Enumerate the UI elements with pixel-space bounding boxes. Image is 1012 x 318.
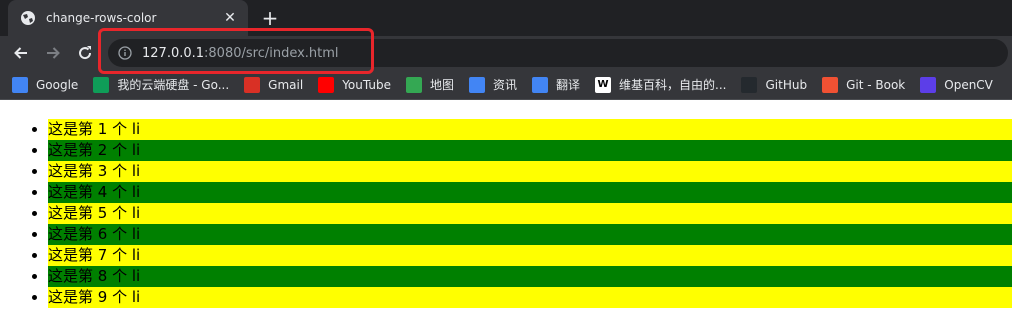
google-drive-icon [93,76,110,93]
list-item: 这是第 7 个 li [48,245,1012,266]
bookmark-item[interactable]: 我的云端硬盘 - Go... [93,76,229,93]
list-item: 这是第 9 个 li [48,287,1012,308]
url-host: 127.0.0.1 [142,45,205,61]
forward-arrow-icon [47,47,60,59]
bookmark-label: 翻译 [556,78,581,92]
close-tab-icon[interactable]: ✕ [222,10,238,26]
bookmark-label: GitHub [765,77,808,92]
forward-button[interactable] [41,41,65,65]
bookmark-item[interactable]: 地图 [405,76,454,93]
bookmark-label: Google [36,77,79,92]
bookmark-item[interactable]: 资讯 [469,76,517,93]
bookmark-item[interactable]: YouTube [318,76,391,93]
list-item: 这是第 3 个 li [48,161,1012,182]
bookmark-label: 地图 [429,78,454,92]
gmail-icon [244,76,261,93]
opencv-icon [920,76,937,93]
url-text[interactable]: 127.0.0.1:8080/src/index.html [142,46,339,61]
maps-icon [405,76,422,93]
tab-title: change-rows-color [46,11,157,25]
translate-icon [532,76,549,93]
reload-icon [79,46,92,60]
youtube-icon [318,76,335,93]
toolbar: 127.0.0.1:8080/src/index.html [0,28,1012,74]
list-item: 这是第 1 个 li [48,119,1012,140]
bookmark-item[interactable]: Google [12,76,79,93]
url-path: :8080/src/index.html [204,45,339,61]
bookmark-label: 我的云端硬盘 - Go... [117,78,230,92]
bookmark-item[interactable]: Git - Book [822,76,906,93]
list-item: 这是第 8 个 li [48,266,1012,287]
list-item: 这是第 6 个 li [48,224,1012,245]
new-tab-button[interactable]: + [258,6,282,30]
bookmark-item[interactable]: W 维基百科，自由的... [595,76,726,93]
bookmark-label: Gmail [268,77,304,92]
back-button[interactable] [9,41,33,65]
bookmark-item[interactable]: OpenCV [920,76,993,93]
list-item: 这是第 4 个 li [48,182,1012,203]
news-icon [469,76,485,93]
bookmark-label: 维基百科，自由的... [619,78,727,92]
reload-button[interactable] [73,41,97,65]
tab-active[interactable]: change-rows-color ✕ [8,0,248,36]
wikipedia-icon: W [595,76,612,93]
globe-icon [20,10,36,26]
li-list: 这是第 1 个 li这是第 2 个 li这是第 3 个 li这是第 4 个 li… [48,119,1012,308]
info-icon[interactable] [118,46,132,60]
github-icon [741,76,758,93]
list-item: 这是第 2 个 li [48,140,1012,161]
google-icon [12,76,28,93]
bookmark-item[interactable]: GitHub [741,76,808,93]
bookmark-item[interactable]: Gmail [244,76,304,93]
bookmark-label: Git - Book [846,77,906,92]
git-icon [822,76,839,93]
bookmark-label: OpenCV [944,77,993,92]
bookmark-item[interactable]: 翻译 [532,76,580,93]
bookmarks-bar: Google 我的云端硬盘 - Go... Gmail YouTube 地图 资讯 翻译 W 维… [0,70,1012,100]
tab-strip: change-rows-color ✕ + [0,0,1012,36]
address-bar[interactable]: 127.0.0.1:8080/src/index.html [108,39,1008,67]
bookmark-label: 资讯 [493,78,518,92]
list-item: 这是第 5 个 li [48,203,1012,224]
bookmark-label: YouTube [342,77,391,92]
back-arrow-icon [14,47,27,59]
